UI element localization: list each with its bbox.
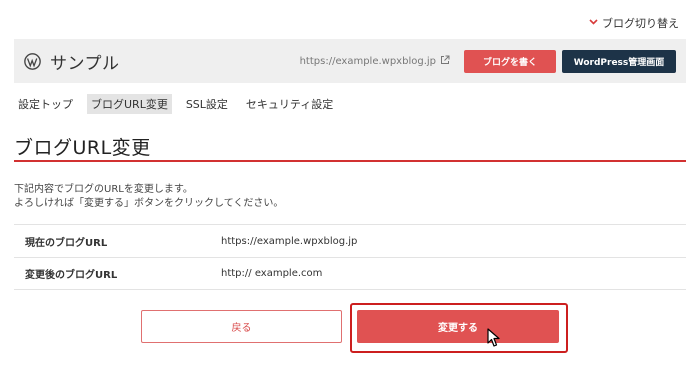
mouse-cursor-icon bbox=[487, 328, 501, 348]
chevron-down-icon bbox=[589, 18, 598, 28]
current-url-value: https://example.wpxblog.jp bbox=[221, 235, 358, 247]
blog-switch-toggle[interactable]: ブログ切り替え bbox=[589, 15, 679, 31]
site-header: サンプル https://example.wpxblog.jp ブログを書く W… bbox=[14, 39, 686, 83]
site-url-link[interactable]: https://example.wpxblog.jp bbox=[300, 55, 450, 68]
tab-ssl-settings[interactable]: SSL設定 bbox=[182, 94, 232, 114]
title-divider bbox=[14, 160, 686, 162]
blog-switch-label: ブログ切り替え bbox=[602, 17, 679, 30]
site-name: サンプル bbox=[50, 53, 120, 74]
current-url-label: 現在のブログURL bbox=[25, 237, 108, 249]
description-line-1: 下記内容でブログのURLを変更します。 bbox=[14, 184, 193, 195]
tab-blog-url-change[interactable]: ブログURL変更 bbox=[87, 94, 172, 114]
new-url-label: 変更後のブログURL bbox=[25, 270, 118, 281]
write-blog-button[interactable]: ブログを書く bbox=[464, 49, 556, 73]
tab-security-settings[interactable]: セキュリティ設定 bbox=[242, 94, 337, 114]
url-info-table: 現在のブログURL https://example.wpxblog.jp 変更後… bbox=[14, 224, 686, 290]
page-title: ブログURL変更 bbox=[14, 137, 151, 159]
external-link-icon bbox=[440, 55, 450, 68]
table-row: 現在のブログURL https://example.wpxblog.jp bbox=[14, 224, 686, 257]
header-actions: https://example.wpxblog.jp ブログを書く WordPr… bbox=[300, 49, 676, 73]
table-row: 変更後のブログURL http:// example.com bbox=[14, 257, 686, 290]
wordpress-admin-button[interactable]: WordPress管理画面 bbox=[562, 49, 676, 73]
description-line-2: よろしければ「変更する」ボタンをクリックしてください。 bbox=[14, 198, 284, 209]
site-url-text: https://example.wpxblog.jp bbox=[299, 55, 436, 67]
new-url-value: http:// example.com bbox=[221, 268, 323, 279]
change-button[interactable]: 変更する bbox=[357, 310, 559, 343]
back-button[interactable]: 戻る bbox=[141, 310, 342, 343]
settings-tabs: 設定トップ ブログURL変更 SSL設定 セキュリティ設定 bbox=[14, 94, 347, 114]
description: 下記内容でブログのURLを変更します。 よろしければ「変更する」ボタンをクリック… bbox=[14, 183, 283, 211]
tab-settings-top[interactable]: 設定トップ bbox=[14, 94, 77, 114]
wordpress-logo-icon bbox=[24, 52, 41, 70]
